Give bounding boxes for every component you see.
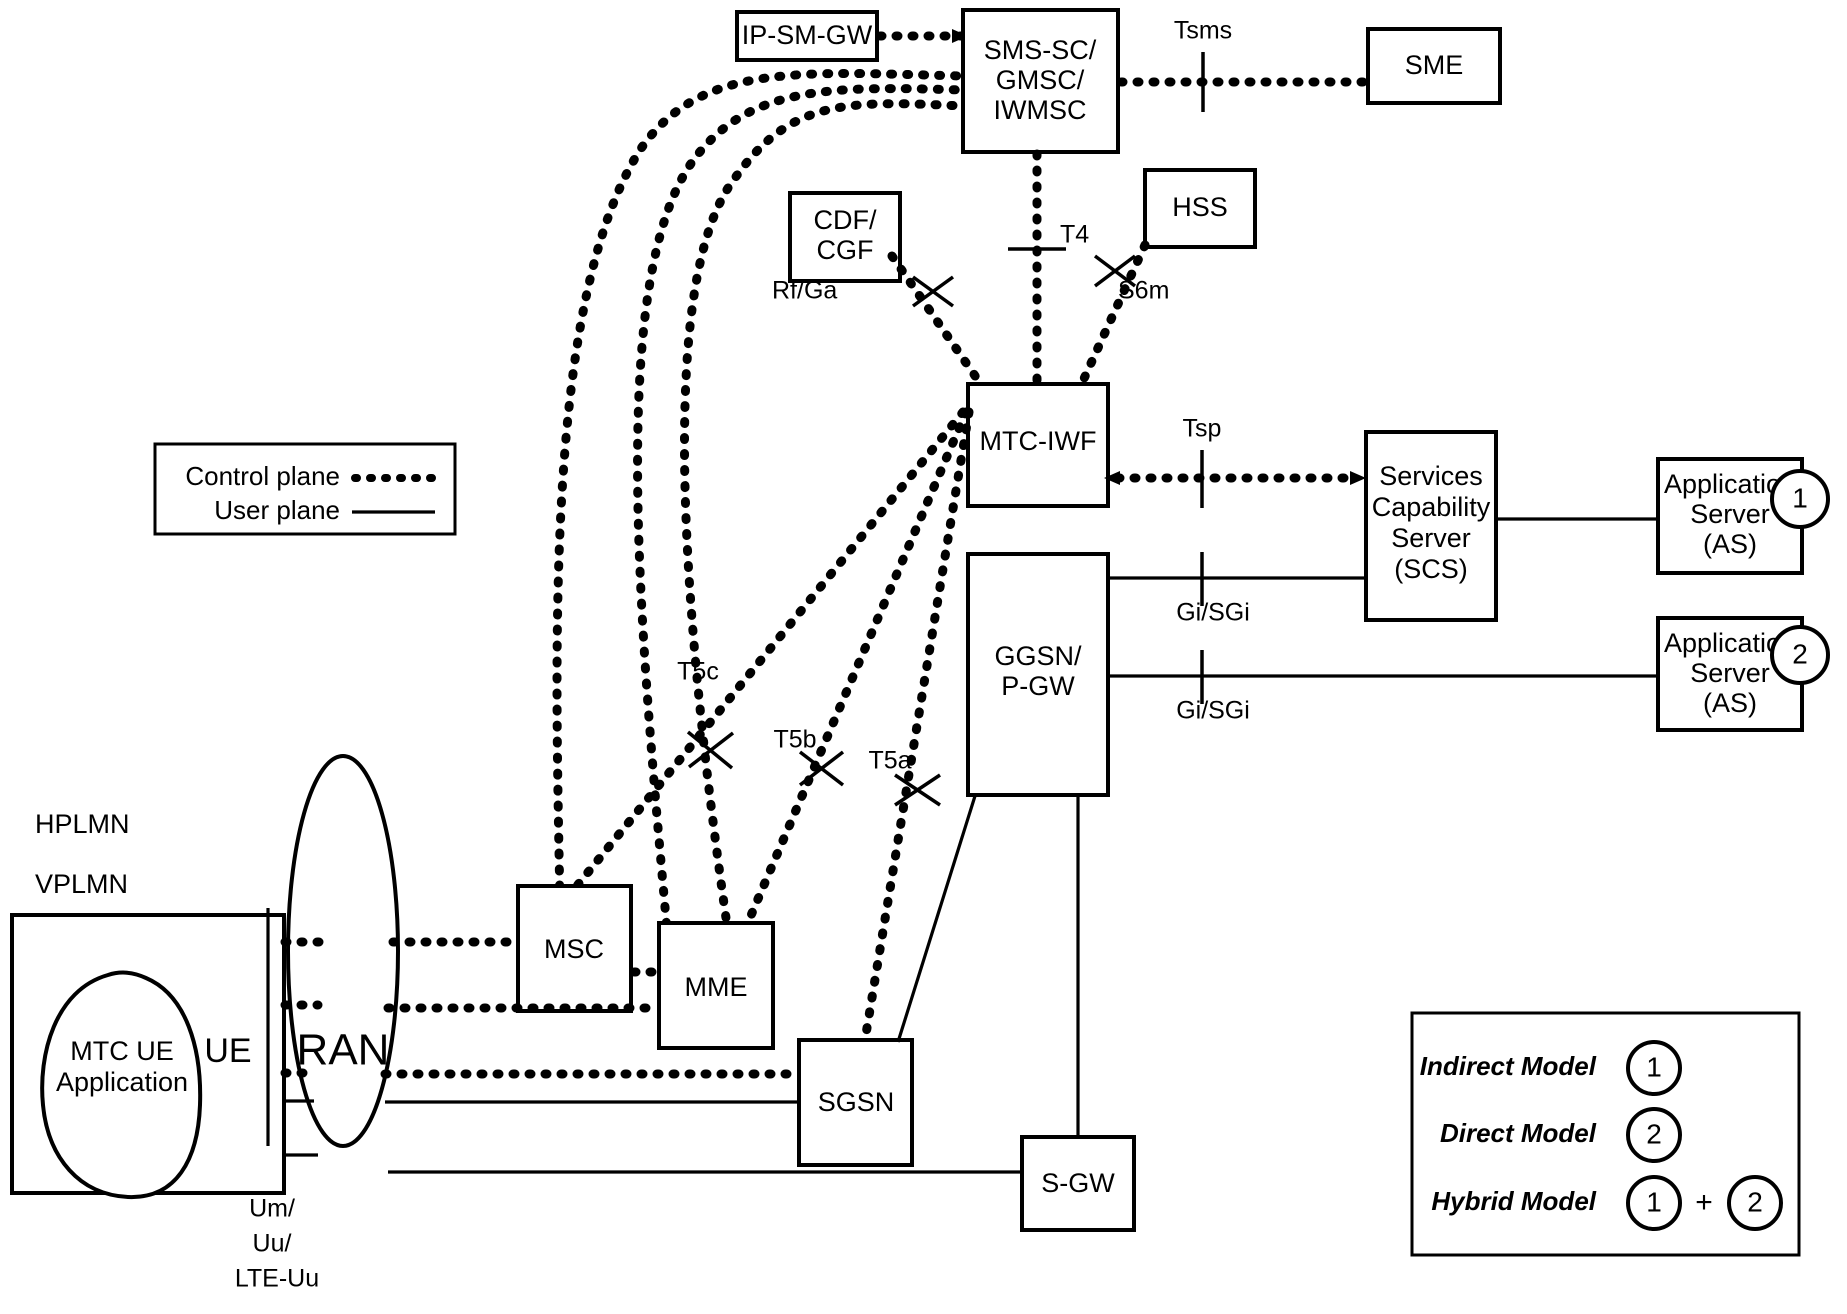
as1-label-line3: (AS)	[1703, 529, 1757, 559]
sgsn-label: SGSN	[818, 1087, 895, 1117]
hplmn-label: HPLMN	[35, 809, 130, 839]
legend-hybrid-plus: +	[1695, 1186, 1713, 1219]
node-mtc-iwf[interactable]: MTC-IWF	[966, 382, 1110, 508]
sms-sc-label-line1: SMS-SC/	[984, 35, 1097, 65]
hss-label: HSS	[1172, 192, 1228, 222]
node-ip-sm-gw[interactable]: IP-SM-GW	[735, 10, 879, 62]
legend-hybrid-badge-2-number: 2	[1747, 1186, 1763, 1217]
mtc-iwf-label: MTC-IWF	[980, 426, 1097, 456]
sms-sc-label-line2: GMSC/	[996, 65, 1085, 95]
mtc-ue-app-label-line2: Application	[56, 1067, 188, 1097]
as1-label-line2: Server	[1690, 499, 1770, 529]
model-legend: Indirect Model 1 Direct Model 2 Hybrid M…	[1410, 1011, 1801, 1257]
node-msc[interactable]: MSC	[516, 884, 633, 1013]
scs-label-line1: Services	[1379, 461, 1483, 491]
scs-label-line4: (SCS)	[1394, 554, 1468, 584]
mme-label: MME	[685, 972, 748, 1002]
iface-tsms-label: Tsms	[1174, 17, 1232, 45]
node-sgsn[interactable]: SGSN	[797, 1038, 914, 1167]
legend-hybrid-model-label: Hybrid Model	[1431, 1186, 1596, 1216]
sms-sc-label-line3: IWMSC	[994, 95, 1087, 125]
node-mtc-ue-application[interactable]: MTC UE Application	[40, 970, 203, 1200]
cdf-label-line1: CDF/	[814, 205, 877, 235]
mtc-architecture-diagram: IP-SM-GW SMS-SC/ GMSC/ IWMSC Tsms SME T4…	[0, 0, 1847, 1314]
sgw-label: S-GW	[1041, 1168, 1115, 1198]
scs-label-line3: Server	[1391, 523, 1471, 553]
ggsn-label-line2: P-GW	[1001, 671, 1075, 701]
as2-label-line3: (AS)	[1703, 688, 1757, 718]
vplmn-label: VPLMN	[35, 869, 128, 899]
badge-as1-number: 1	[1792, 482, 1808, 513]
link-cdf-mtciwf-rfga	[887, 251, 985, 388]
iface-s6m-label: S6m	[1118, 277, 1169, 305]
link-mtciwf-sgsn-t5a	[860, 407, 974, 1045]
iface-t4-label: T4	[1060, 221, 1089, 249]
msc-label: MSC	[544, 934, 604, 964]
cdf-label-line2: CGF	[817, 235, 874, 265]
iface-um-uu-label-line2: Uu/	[253, 1230, 292, 1258]
node-sgw[interactable]: S-GW	[1020, 1135, 1136, 1232]
legend-direct-badge-number: 2	[1646, 1118, 1662, 1149]
badge-as2: 2	[1770, 625, 1830, 685]
link-sgsn-ggsn	[896, 795, 977, 1043]
link-mtciwf-mme-t5b	[715, 407, 971, 993]
ggsn-label-line1: GGSN/	[994, 641, 1082, 671]
link-mtciwf-msc-t5c	[558, 407, 968, 908]
scs-label-line2: Capability	[1372, 492, 1491, 522]
link-hss-mtciwf-s6m	[1077, 240, 1150, 388]
plane-legend: Control plane User plane	[153, 442, 457, 536]
node-sms-sc[interactable]: SMS-SC/ GMSC/ IWMSC	[961, 8, 1120, 154]
legend-user-plane-label: User plane	[214, 495, 340, 525]
iface-rfga-label: Rf/Ga	[772, 277, 837, 305]
diagram-canvas: IP-SM-GW SMS-SC/ GMSC/ IWMSC Tsms SME T4…	[10, 8, 1830, 1293]
iface-t5c-label: T5c	[677, 658, 719, 686]
node-ggsn-pgw[interactable]: GGSN/ P-GW	[966, 552, 1110, 797]
mtc-ue-app-label-line1: MTC UE	[70, 1036, 174, 1066]
badge-as1: 1	[1770, 469, 1830, 529]
as2-label-line2: Server	[1690, 658, 1770, 688]
ran-label: RAN	[297, 1026, 390, 1075]
legend-control-plane-label: Control plane	[185, 461, 340, 491]
iface-t5b-label: T5b	[773, 726, 816, 754]
sme-label: SME	[1405, 50, 1464, 80]
node-ran[interactable]: RAN	[286, 754, 400, 1148]
legend-hybrid-badge-1-number: 1	[1646, 1186, 1662, 1217]
node-hss[interactable]: HSS	[1143, 168, 1257, 249]
node-scs[interactable]: Services Capability Server (SCS)	[1364, 430, 1498, 622]
iface-gisgi-2-label: Gi/SGi	[1176, 697, 1250, 725]
iface-tsp-label: Tsp	[1183, 415, 1222, 443]
badge-as2-number: 2	[1792, 638, 1808, 669]
legend-direct-model-label: Direct Model	[1440, 1118, 1597, 1148]
legend-indirect-model-label: Indirect Model	[1420, 1051, 1597, 1081]
ue-label: UE	[204, 1032, 251, 1070]
iface-um-uu-label-line3: LTE-Uu	[235, 1265, 319, 1293]
arrow-scs-tsp	[1350, 471, 1366, 485]
node-mme[interactable]: MME	[657, 921, 775, 1050]
ip-sm-gw-label: IP-SM-GW	[742, 20, 873, 50]
node-cdf-cgf[interactable]: CDF/ CGF	[788, 191, 902, 283]
legend-indirect-badge-number: 1	[1646, 1051, 1662, 1082]
iface-t5a-label: T5a	[868, 747, 911, 775]
node-sme[interactable]: SME	[1366, 27, 1502, 105]
iface-um-uu-label-line1: Um/	[249, 1195, 295, 1223]
iface-gisgi-1-label: Gi/SGi	[1176, 599, 1250, 627]
